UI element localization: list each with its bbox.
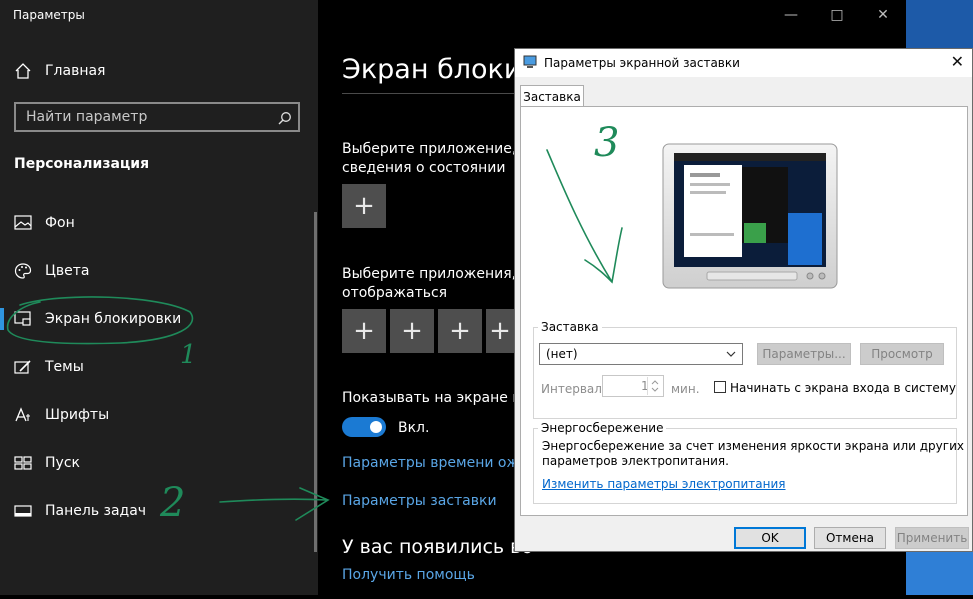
ink-mark-3: 3: [594, 120, 620, 166]
ink-arrow-preview: [546, 149, 623, 284]
ink-mark-2: 2: [160, 480, 186, 526]
ink-mark-1: 1: [180, 340, 197, 370]
annotation-overlay: [6, 149, 623, 521]
ink-ellipse-lock-screen: [6, 296, 194, 345]
ink-arrow-screensaver: [219, 487, 330, 521]
